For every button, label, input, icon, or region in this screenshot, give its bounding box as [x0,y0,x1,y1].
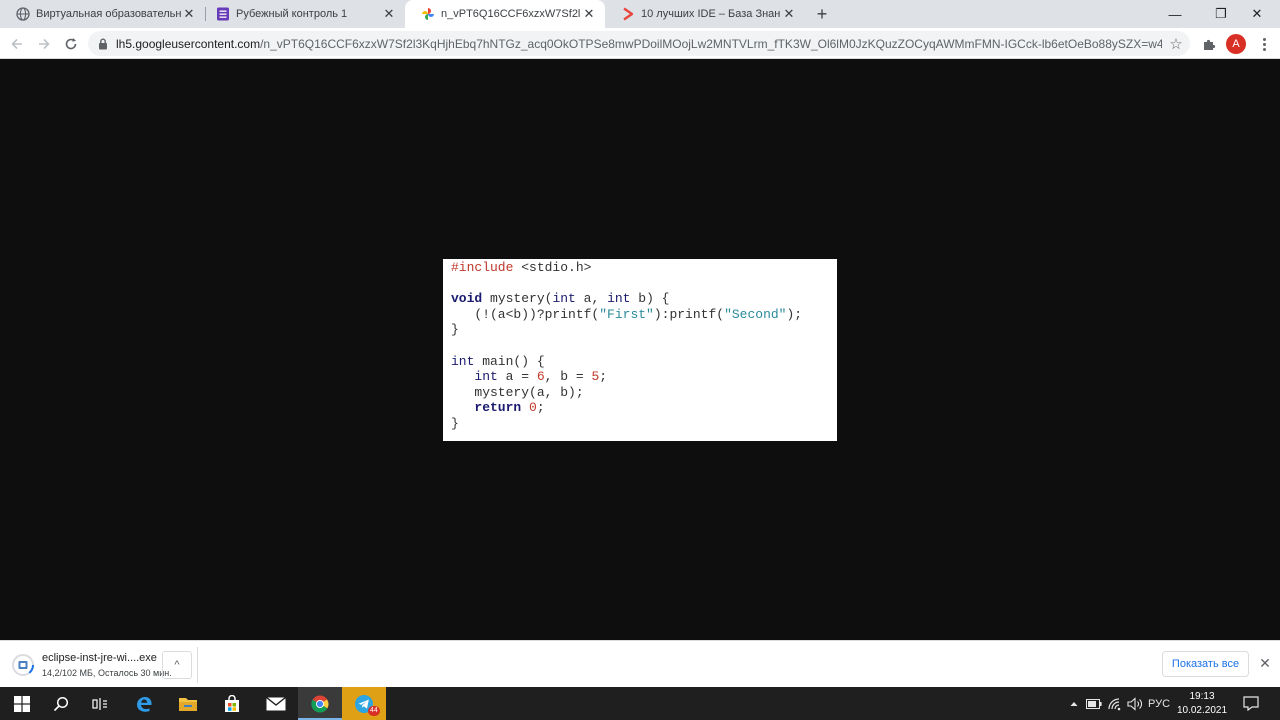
store-bag-icon [225,694,239,712]
downloads-shelf: eclipse-inst-jre-wi....exe 14,2/102 МБ, … [0,640,1280,687]
minimize-button[interactable]: — [1152,0,1198,28]
browser-menu-icon[interactable] [1254,34,1274,54]
chrome-icon [311,695,329,713]
tab-image-active[interactable]: n_vPT6Q16CCF6xzxW7Sf2l3KqHjh ✕ [405,0,605,28]
volume-icon[interactable] [1125,687,1145,720]
url-host: lh5.googleusercontent.com [116,36,261,51]
download-filename: eclipse-inst-jre-wi....exe [42,652,157,664]
tab-rubezhny-kontrol[interactable]: Рубежный контроль 1 ✕ [200,0,405,28]
search-button[interactable] [39,687,83,720]
edge-app-button[interactable] [122,687,166,720]
download-divider [197,647,198,683]
notification-icon [1243,696,1259,711]
mail-icon [266,696,286,710]
tab-label: Виртуальная образовательная с [36,8,181,20]
installer-file-icon [10,652,36,678]
reload-icon [65,38,77,50]
telegram-badge: 44 [368,706,380,716]
input-language-indicator[interactable]: РУС [1146,687,1172,720]
tab-close-icon[interactable]: ✕ [781,6,797,22]
mail-app-button[interactable] [254,687,298,720]
tab-label: 10 лучших IDE – База Знаний Ti [641,8,781,20]
download-status: 14,2/102 МБ, Осталось 30 мин. [42,668,172,678]
tab-strip: Виртуальная образовательная с ✕ Рубежный… [0,0,1280,28]
tab-close-icon[interactable]: ✕ [181,6,197,22]
chevron-up-icon[interactable]: ^ [162,651,192,679]
url-text: lh5.googleusercontent.com/n_vPT6Q16CCF6x… [116,37,1162,51]
notification-center-button[interactable] [1236,687,1266,720]
tab-top-ide[interactable]: 10 лучших IDE – База Знаний Ti ✕ [605,0,805,28]
arrow-left-icon [11,38,22,50]
tab-label: n_vPT6Q16CCF6xzxW7Sf2l3KqHjh [441,8,581,20]
forms-icon [216,7,230,21]
tray-overflow-chevron-icon[interactable] [1066,687,1082,720]
tab-close-icon[interactable]: ✕ [381,6,397,22]
folder-icon [179,697,197,711]
window-close-button[interactable]: ✕ [1234,0,1280,28]
image-viewport: #include <stdio.h> void mystery(int a, i… [0,60,1280,640]
tab-virtual-education[interactable]: Виртуальная образовательная с ✕ [0,0,205,28]
globe-icon [16,7,30,21]
timeweb-icon [621,7,635,21]
edge-icon [137,696,152,712]
tab-label: Рубежный контроль 1 [236,8,348,20]
back-button[interactable] [6,33,28,55]
profile-avatar[interactable]: A [1226,34,1246,54]
code-image: #include <stdio.h> void mystery(int a, i… [443,259,837,441]
taskbar-clock[interactable]: 19:13 10.02.2021 [1176,689,1228,719]
task-view-icon [92,697,107,710]
clock-time: 19:13 [1189,691,1215,702]
tab-close-icon[interactable]: ✕ [581,6,597,22]
close-downloads-icon[interactable]: ✕ [1256,654,1274,672]
windows-logo-icon [14,695,30,712]
browser-toolbar: lh5.googleusercontent.com/n_vPT6Q16CCF6x… [0,28,1280,59]
search-icon [53,696,69,711]
start-button[interactable] [0,687,44,720]
reload-button[interactable] [60,33,82,55]
extensions-puzzle-icon[interactable] [1199,34,1219,54]
chrome-app-button[interactable] [298,687,342,720]
url-path: /n_vPT6Q16CCF6xzxW7Sf2l3KqHjhEbq7hNTGz_a… [260,36,1162,51]
new-tab-button[interactable]: + [812,4,832,24]
windows-taskbar: 44 РУС 19:13 10.02.2021 [0,687,1280,720]
forward-button[interactable] [33,33,55,55]
wifi-icon[interactable] [1105,687,1125,720]
file-explorer-button[interactable] [166,687,210,720]
show-all-downloads-button[interactable]: Показать все [1162,651,1249,677]
lock-icon[interactable] [90,38,116,50]
clock-date: 10.02.2021 [1176,705,1228,716]
task-view-button[interactable] [78,687,122,720]
bookmark-star-icon[interactable]: ☆ [1162,35,1190,53]
address-bar[interactable]: lh5.googleusercontent.com/n_vPT6Q16CCF6x… [88,31,1190,56]
battery-icon[interactable] [1084,687,1104,720]
code-block: #include <stdio.h> void mystery(int a, i… [451,260,803,431]
photos-icon [421,7,435,21]
arrow-right-icon [39,38,50,50]
telegram-app-button[interactable]: 44 [342,687,386,720]
store-app-button[interactable] [210,687,254,720]
